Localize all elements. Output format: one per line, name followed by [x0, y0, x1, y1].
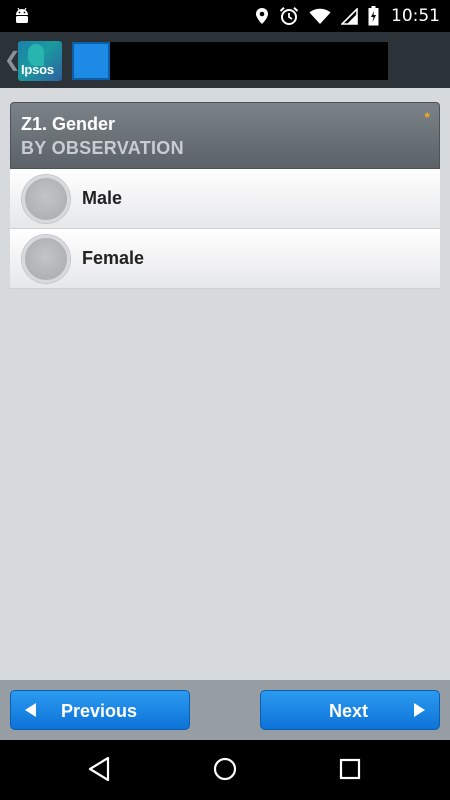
radio-button-female[interactable]	[22, 235, 70, 283]
signal-icon	[341, 7, 358, 25]
wifi-icon	[309, 8, 331, 25]
logo-text: Ipsos	[21, 62, 54, 77]
app-icon	[72, 42, 110, 80]
question-subtitle: BY OBSERVATION	[21, 138, 184, 158]
status-clock: 10:51	[391, 6, 440, 26]
left-arrow-icon	[25, 703, 36, 717]
option-label: Male	[82, 188, 123, 208]
required-asterisk-icon: *	[424, 109, 430, 125]
recents-icon[interactable]	[339, 756, 361, 787]
option-male[interactable]: Male	[10, 169, 440, 229]
option-label: Female	[82, 248, 145, 268]
question-header: Z1. Gender BY OBSERVATION *	[10, 102, 440, 169]
action-bar: ❮ Ipsos	[0, 32, 450, 88]
ipsos-logo[interactable]: Ipsos	[18, 41, 62, 81]
alarm-icon	[279, 6, 299, 26]
question-title: Z1. Gender	[21, 114, 116, 134]
question-card: Z1. Gender BY OBSERVATION * Male Female	[10, 102, 440, 289]
radio-button-male[interactable]	[22, 175, 70, 223]
system-nav-bar	[0, 740, 450, 800]
next-button[interactable]: Next	[260, 690, 440, 730]
android-icon	[14, 7, 30, 30]
back-icon[interactable]	[87, 756, 111, 787]
redacted-title	[110, 42, 388, 80]
home-icon[interactable]	[213, 756, 237, 787]
option-female[interactable]: Female	[10, 229, 440, 289]
bottom-navigation: Previous Next	[0, 680, 450, 740]
previous-button[interactable]: Previous	[10, 690, 190, 730]
right-arrow-icon	[414, 703, 425, 717]
location-icon	[255, 7, 269, 25]
battery-icon	[368, 6, 379, 26]
status-bar: 10:51	[0, 0, 450, 32]
next-label: Next	[329, 701, 369, 721]
previous-label: Previous	[61, 701, 138, 721]
